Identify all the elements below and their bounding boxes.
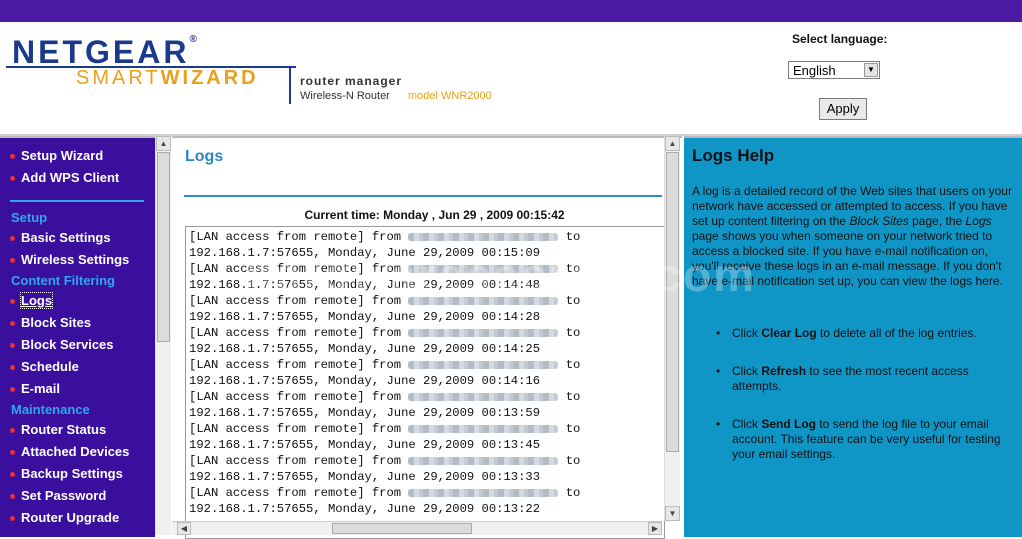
sidebar-item-backup-settings[interactable]: Backup Settings [10, 466, 123, 481]
bullet-icon [10, 365, 15, 371]
sidebar-item-attached-devices[interactable]: Attached Devices [10, 444, 129, 459]
top-banner-bar [0, 0, 1022, 22]
sidebar-item-router-status[interactable]: Router Status [10, 422, 106, 437]
log-line: 192.168.1.7:57655, Monday, June 29,2009 … [189, 406, 541, 420]
log-line: 192.168.1.7:57655, Monday, June 29,2009 … [189, 470, 541, 484]
watermark: hardwaresecrets.com [245, 249, 757, 301]
scroll-down-icon[interactable]: ▼ [665, 506, 680, 521]
router-type-label: Wireless-N Router [300, 90, 390, 102]
sidebar-item-set-password[interactable]: Set Password [10, 488, 106, 503]
redacted-ip [408, 360, 559, 369]
help-item-refresh: Click Refresh to see the most recent acc… [716, 364, 1007, 394]
log-line: 192.168.1.7:57655, Monday, June 29,2009 … [189, 374, 541, 388]
bullet-icon [10, 516, 15, 522]
bullet-icon [10, 176, 15, 182]
sidebar-section-setup: Setup [11, 210, 48, 225]
redacted-ip [408, 488, 559, 497]
log-line: [LAN access from remote] from [189, 422, 409, 436]
sidebar-item-block-sites[interactable]: Block Sites [10, 315, 91, 330]
log-horizontal-scrollbar-thumb[interactable] [332, 523, 472, 534]
bullet-icon [10, 299, 15, 305]
main-content: Logs Current time: Monday , Jun 29 , 200… [172, 136, 682, 539]
sidebar-item-block-services[interactable]: Block Services [10, 337, 114, 352]
bullet-icon [10, 154, 15, 160]
sidebar-nav: Setup Wizard Add WPS Client Setup Basic … [0, 136, 155, 537]
help-item-send-log: Click Send Log to send the log file to y… [716, 417, 1007, 462]
sidebar-item-logs[interactable]: Logs [10, 292, 54, 309]
sidebar-section-maintenance: Maintenance [11, 402, 90, 417]
sidebar-item-router-upgrade[interactable]: Router Upgrade [10, 510, 119, 525]
bullet-icon [10, 321, 15, 327]
redacted-ip [408, 328, 559, 337]
select-language-label: Select language: [792, 32, 888, 46]
log-line: [LAN access from remote] from [189, 390, 409, 404]
router-manager-label: router manager [300, 74, 403, 88]
sidebar-item-schedule[interactable]: Schedule [10, 359, 79, 374]
scroll-left-icon[interactable]: ◀ [177, 522, 191, 535]
main-scrollbar[interactable]: ▲ ▼ [664, 136, 680, 521]
logo-divider [289, 66, 291, 104]
main-scrollbar-thumb[interactable] [666, 152, 679, 452]
help-item-clear-log: Click Clear Log to delete all of the log… [716, 326, 1007, 341]
bullet-icon [10, 472, 15, 478]
log-line: [LAN access from remote] from [189, 326, 409, 340]
title-divider [184, 195, 662, 197]
current-time-label: Current time: Monday , Jun 29 , 2009 00:… [304, 208, 565, 222]
scroll-right-icon[interactable]: ▶ [648, 522, 662, 535]
log-line: 192.168.1.7:57655, Monday, June 29,2009 … [189, 438, 541, 452]
language-selected-value: English [793, 63, 836, 78]
sidebar-item-email[interactable]: E-mail [10, 381, 60, 396]
apply-button[interactable]: Apply [819, 98, 867, 120]
sidebar-item-wireless-settings[interactable]: Wireless Settings [10, 252, 129, 267]
bullet-icon [10, 428, 15, 434]
sidebar-scrollbar-thumb[interactable] [157, 152, 170, 342]
redacted-ip [408, 392, 559, 401]
sidebar-divider [10, 200, 144, 202]
sidebar-scrollbar[interactable]: ▲ [155, 136, 171, 535]
page-title: Logs [185, 148, 224, 165]
chevron-down-icon[interactable]: ▼ [864, 63, 878, 77]
language-select[interactable]: English ▼ [788, 61, 880, 79]
bullet-icon [10, 387, 15, 393]
help-panel: Logs Help A log is a detailed record of … [684, 136, 1022, 537]
log-line: [LAN access from remote] from [189, 358, 409, 372]
bullet-icon [10, 236, 15, 242]
redacted-ip [408, 232, 559, 241]
bullet-icon [10, 494, 15, 500]
help-title: Logs Help [692, 146, 775, 165]
log-line: 192.168.1.7:57655, Monday, June 29,2009 … [189, 502, 541, 516]
sidebar-item-basic-settings[interactable]: Basic Settings [10, 230, 111, 245]
log-line: 192.168.1.7:57655, Monday, June 29,2009 … [189, 342, 541, 356]
model-label: model WNR2000 [408, 90, 492, 102]
bullet-icon [10, 450, 15, 456]
log-line: [LAN access from remote] from [189, 486, 409, 500]
bullet-icon [10, 343, 15, 349]
redacted-ip [408, 456, 559, 465]
sidebar-item-setup-wizard[interactable]: Setup Wizard [10, 148, 103, 163]
scroll-up-icon[interactable]: ▲ [665, 136, 680, 151]
scroll-up-icon[interactable]: ▲ [156, 136, 171, 151]
log-line: 192.168.1.7:57655, Monday, June 29,2009 … [189, 310, 541, 324]
log-horizontal-scrollbar[interactable]: ◀ ▶ [172, 521, 662, 535]
bullet-icon [10, 258, 15, 264]
sidebar-section-content-filtering: Content Filtering [11, 273, 115, 288]
log-line: [LAN access from remote] from [189, 230, 409, 244]
log-line: [LAN access from remote] from [189, 454, 409, 468]
smartwizard-logo: SMARTWIZARD [76, 67, 259, 89]
sidebar-item-add-wps-client[interactable]: Add WPS Client [10, 170, 119, 185]
redacted-ip [408, 424, 559, 433]
header: NETGEAR® SMARTWIZARD router manager Wire… [0, 22, 1022, 136]
